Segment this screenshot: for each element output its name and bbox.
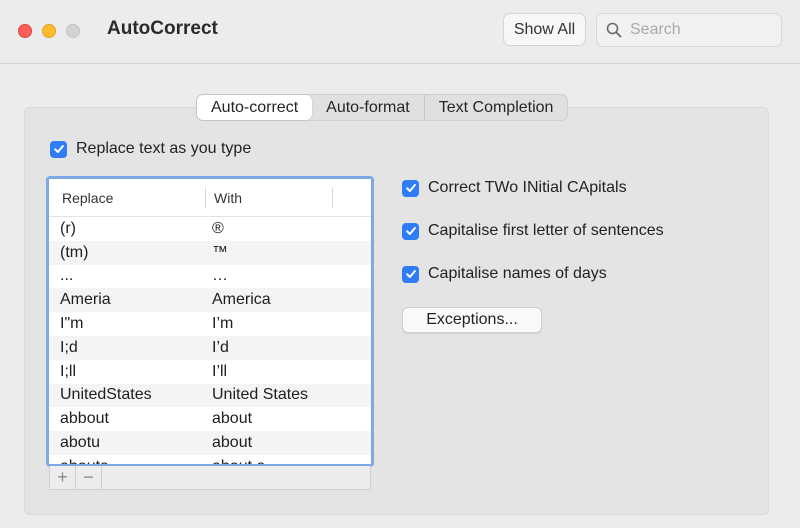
replace-cell: UnitedStates (60, 386, 152, 404)
search-field[interactable] (596, 13, 782, 47)
checkmark-icon (405, 227, 416, 235)
table-row[interactable]: abotu about (49, 431, 371, 455)
close-window-button[interactable] (18, 24, 32, 38)
add-entry-button[interactable]: + (50, 466, 76, 489)
tab-bar: Auto-correct Auto-format Text Completion (196, 94, 569, 121)
replace-cell: (tm) (60, 243, 89, 261)
checkmark-icon (405, 184, 416, 192)
replace-cell: ... (60, 267, 74, 285)
search-input[interactable] (630, 21, 770, 39)
replace-text-checkbox[interactable] (50, 140, 67, 158)
table-row[interactable]: (tm) ™ (49, 240, 371, 265)
table-row[interactable]: I;d I’d (49, 335, 371, 360)
replace-column-header[interactable]: Replace (49, 187, 206, 208)
option-label: Correct TWo INitial CApitals (428, 179, 627, 196)
option-label: Capitalise first letter of sentences (428, 222, 664, 239)
tab-text-completion[interactable]: Text Completion (423, 95, 568, 120)
replace-cell: abbout (60, 410, 109, 428)
list-controls: + − (49, 466, 371, 490)
with-cell: ® (212, 219, 224, 237)
with-cell: about (212, 410, 253, 428)
with-cell: ™ (212, 243, 228, 261)
replace-cell: I;d (60, 338, 78, 356)
with-cell: about (212, 434, 253, 452)
minimize-window-button[interactable] (42, 24, 56, 38)
table-row[interactable]: Ameria America (49, 288, 371, 313)
checkmark-icon (405, 270, 416, 278)
table-row[interactable]: abbout about (49, 407, 371, 431)
table-row[interactable]: I;ll I’ll (49, 360, 371, 384)
window-title: AutoCorrect (107, 18, 218, 39)
correct-two-initial-capitals-option[interactable]: Correct TWo INitial CApitals (402, 179, 627, 197)
table-row[interactable]: I"m I’m (49, 312, 371, 336)
with-cell: I’d (212, 338, 229, 356)
with-column-header[interactable]: With (206, 187, 333, 208)
replace-text-option[interactable]: Replace text as you type (50, 140, 251, 158)
with-cell: … (212, 267, 228, 285)
table-body: (r) ® (tm) ™ ... … Ameria America I"m I’m I;d… (49, 217, 371, 464)
capitalise-first-letter-option[interactable]: Capitalise first letter of sentences (402, 222, 664, 240)
zoom-window-button[interactable] (66, 24, 80, 38)
table-header: Replace With (49, 179, 371, 217)
replace-text-label: Replace text as you type (76, 140, 252, 157)
table-row[interactable]: ... … (49, 265, 371, 289)
capitalise-days-option[interactable]: Capitalise names of days (402, 265, 607, 283)
capitalise-first-letter-checkbox[interactable] (402, 222, 419, 240)
replace-cell: abotu (60, 434, 101, 452)
replace-cell: I"m (60, 315, 84, 333)
table-row[interactable]: (r) ® (49, 217, 371, 241)
with-cell: America (212, 291, 271, 309)
show-all-button[interactable]: Show All (503, 13, 586, 46)
tab-auto-correct[interactable]: Auto-correct (197, 95, 313, 120)
replacement-table[interactable]: Replace With (r) ® (tm) ™ ...… Ameria Ameri… (46, 176, 374, 467)
with-cell: I’m (212, 315, 234, 333)
checkmark-icon (53, 145, 64, 153)
title-bar: AutoCorrect Show All (0, 0, 800, 64)
replace-cell: (r) (60, 219, 76, 237)
capitalise-days-checkbox[interactable] (402, 265, 419, 283)
remove-entry-button[interactable]: − (76, 466, 102, 489)
search-icon (606, 22, 622, 38)
exceptions-button[interactable]: Exceptions... (402, 307, 542, 333)
correct-two-initial-capitals-checkbox[interactable] (402, 179, 419, 197)
table-row[interactable]: UnitedStates United States (49, 383, 371, 408)
replace-cell: I;ll (60, 362, 76, 380)
option-label: Capitalise names of days (428, 265, 607, 282)
tab-auto-format[interactable]: Auto-format (312, 95, 424, 120)
replace-cell: Ameria (60, 291, 111, 309)
with-cell: I’ll (212, 362, 228, 380)
with-cell: United States (212, 386, 309, 404)
